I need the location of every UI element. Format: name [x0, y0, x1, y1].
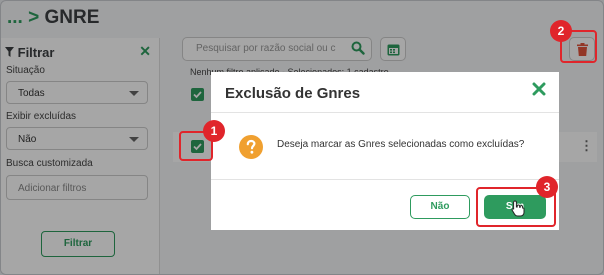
- step-badge-2: 2: [550, 20, 572, 42]
- hand-cursor-icon: [511, 200, 525, 222]
- no-button[interactable]: Não: [410, 195, 470, 219]
- close-icon[interactable]: [532, 82, 546, 101]
- divider: [211, 112, 559, 113]
- step-badge-3: 3: [536, 176, 558, 198]
- dialog-title: Exclusão de Gnres: [225, 85, 361, 102]
- step-badge-1: 1: [203, 120, 225, 142]
- question-icon: [239, 135, 263, 164]
- divider: [211, 179, 559, 180]
- dialog-message: Deseja marcar as Gnres selecionadas como…: [277, 139, 525, 150]
